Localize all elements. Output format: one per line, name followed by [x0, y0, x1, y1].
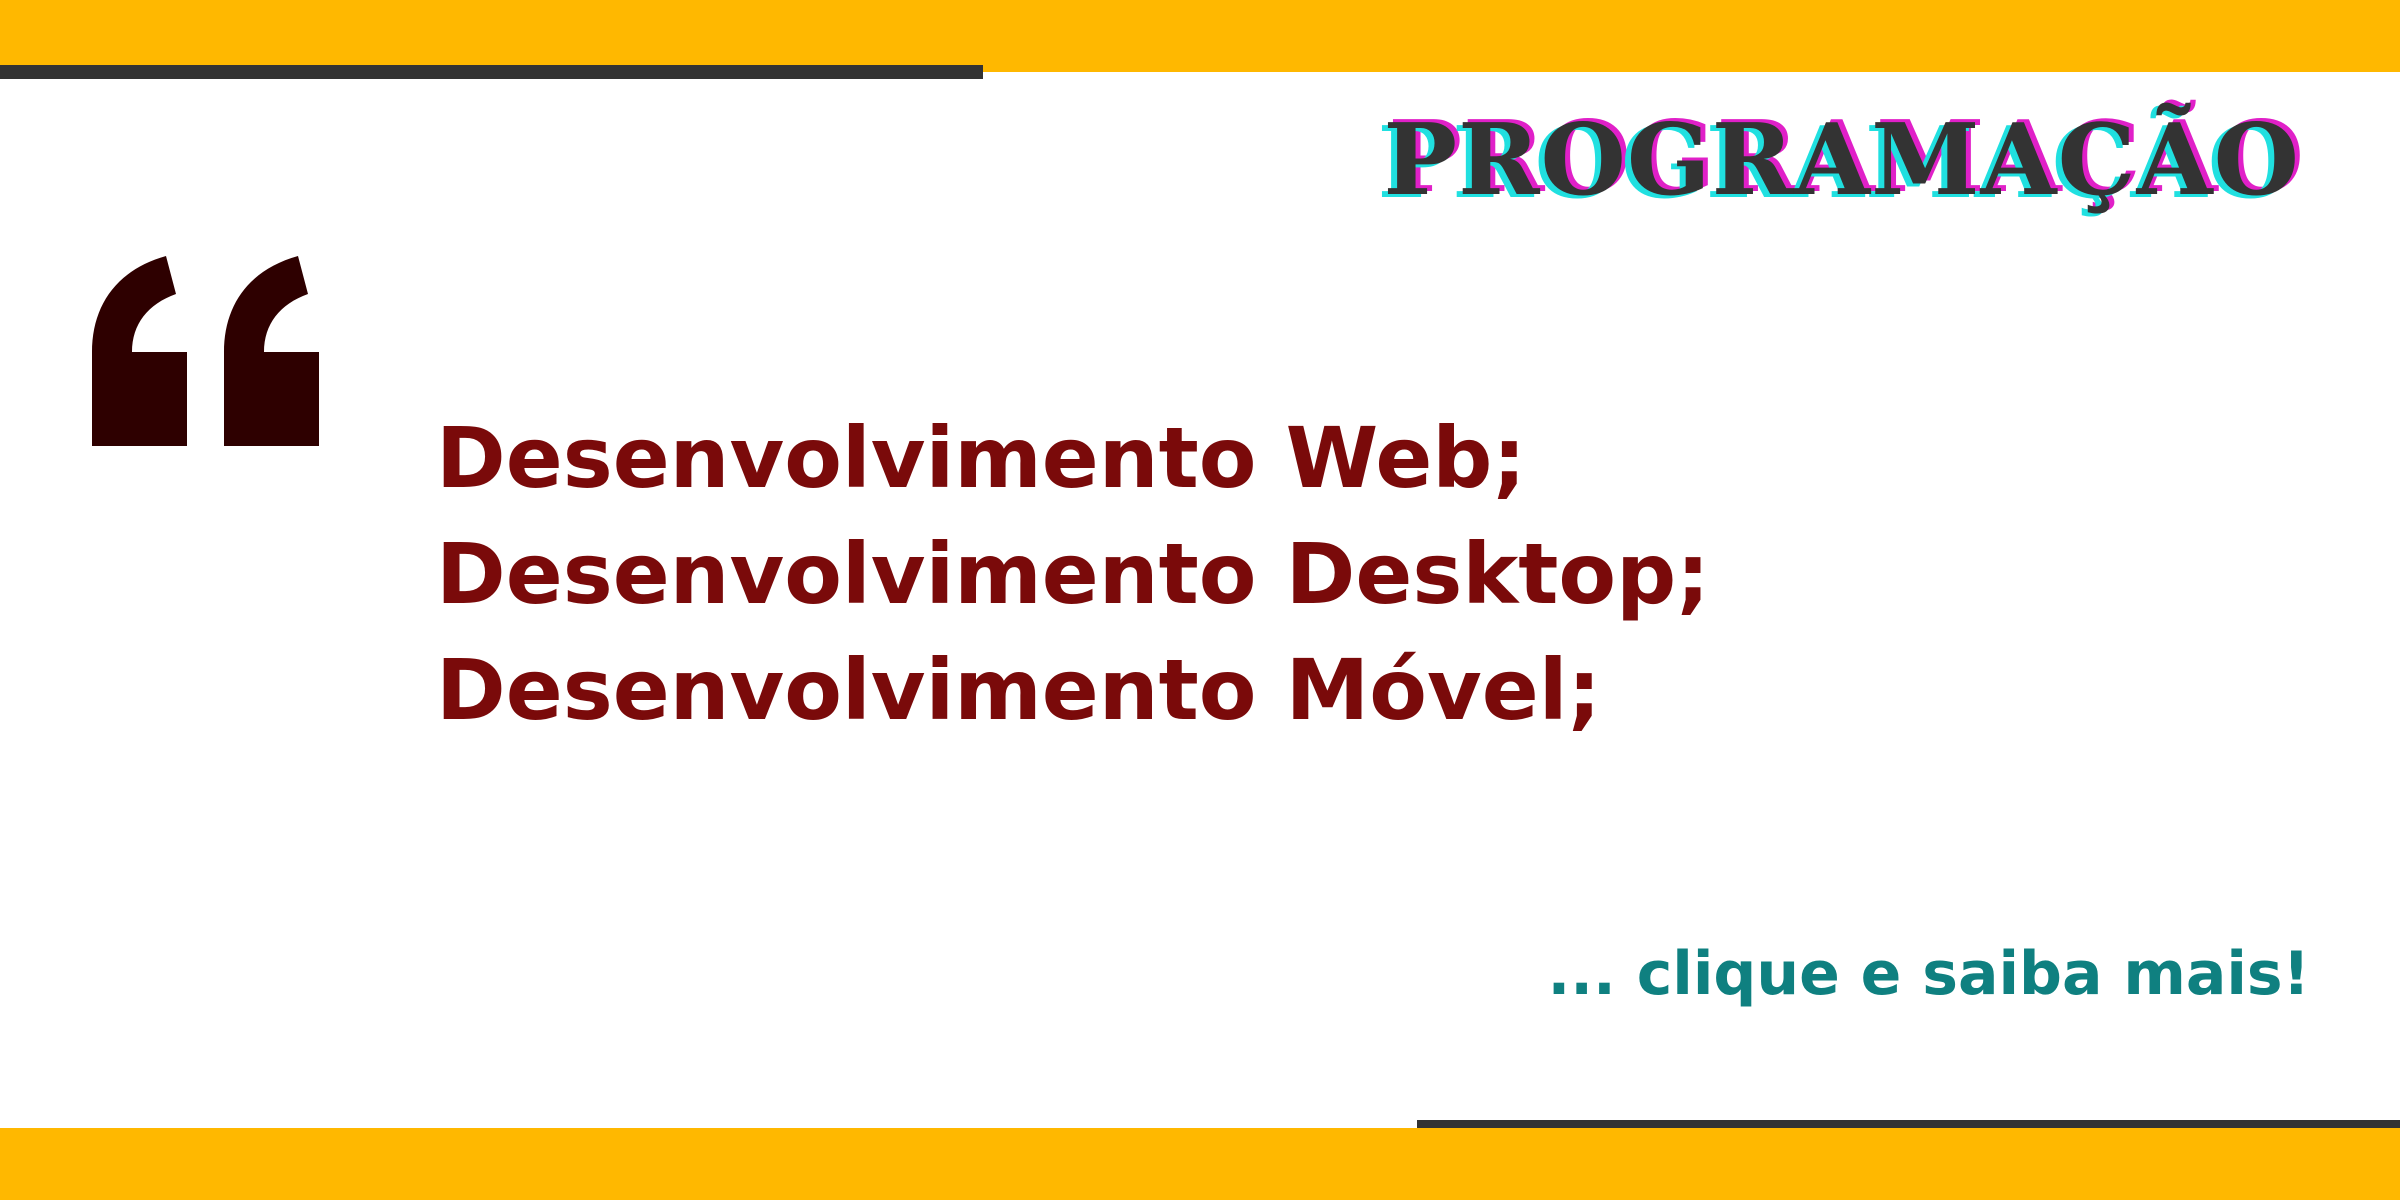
list-item: Desenvolvimento Móvel;: [436, 641, 1602, 739]
service-list: Desenvolvimento Web; Desenvolvimento Des…: [436, 400, 1710, 748]
left-double-quote-icon: [92, 256, 319, 446]
quote-mark-left: [92, 256, 187, 446]
learn-more-link[interactable]: ... clique e saiba mais!: [1547, 938, 2310, 1010]
banner-canvas: PROGRAMAÇÃO Desenvolvimento Web; Desenvo…: [0, 0, 2400, 1200]
bottom-accent-bar: [0, 1128, 2400, 1200]
top-accent-bar: [0, 0, 2400, 72]
top-dark-stripe: [0, 65, 983, 79]
list-item: Desenvolvimento Desktop;: [436, 525, 1710, 623]
list-item: Desenvolvimento Web;: [436, 409, 1527, 507]
quote-mark-right: [224, 256, 319, 446]
banner-title: PROGRAMAÇÃO: [1383, 103, 2300, 218]
